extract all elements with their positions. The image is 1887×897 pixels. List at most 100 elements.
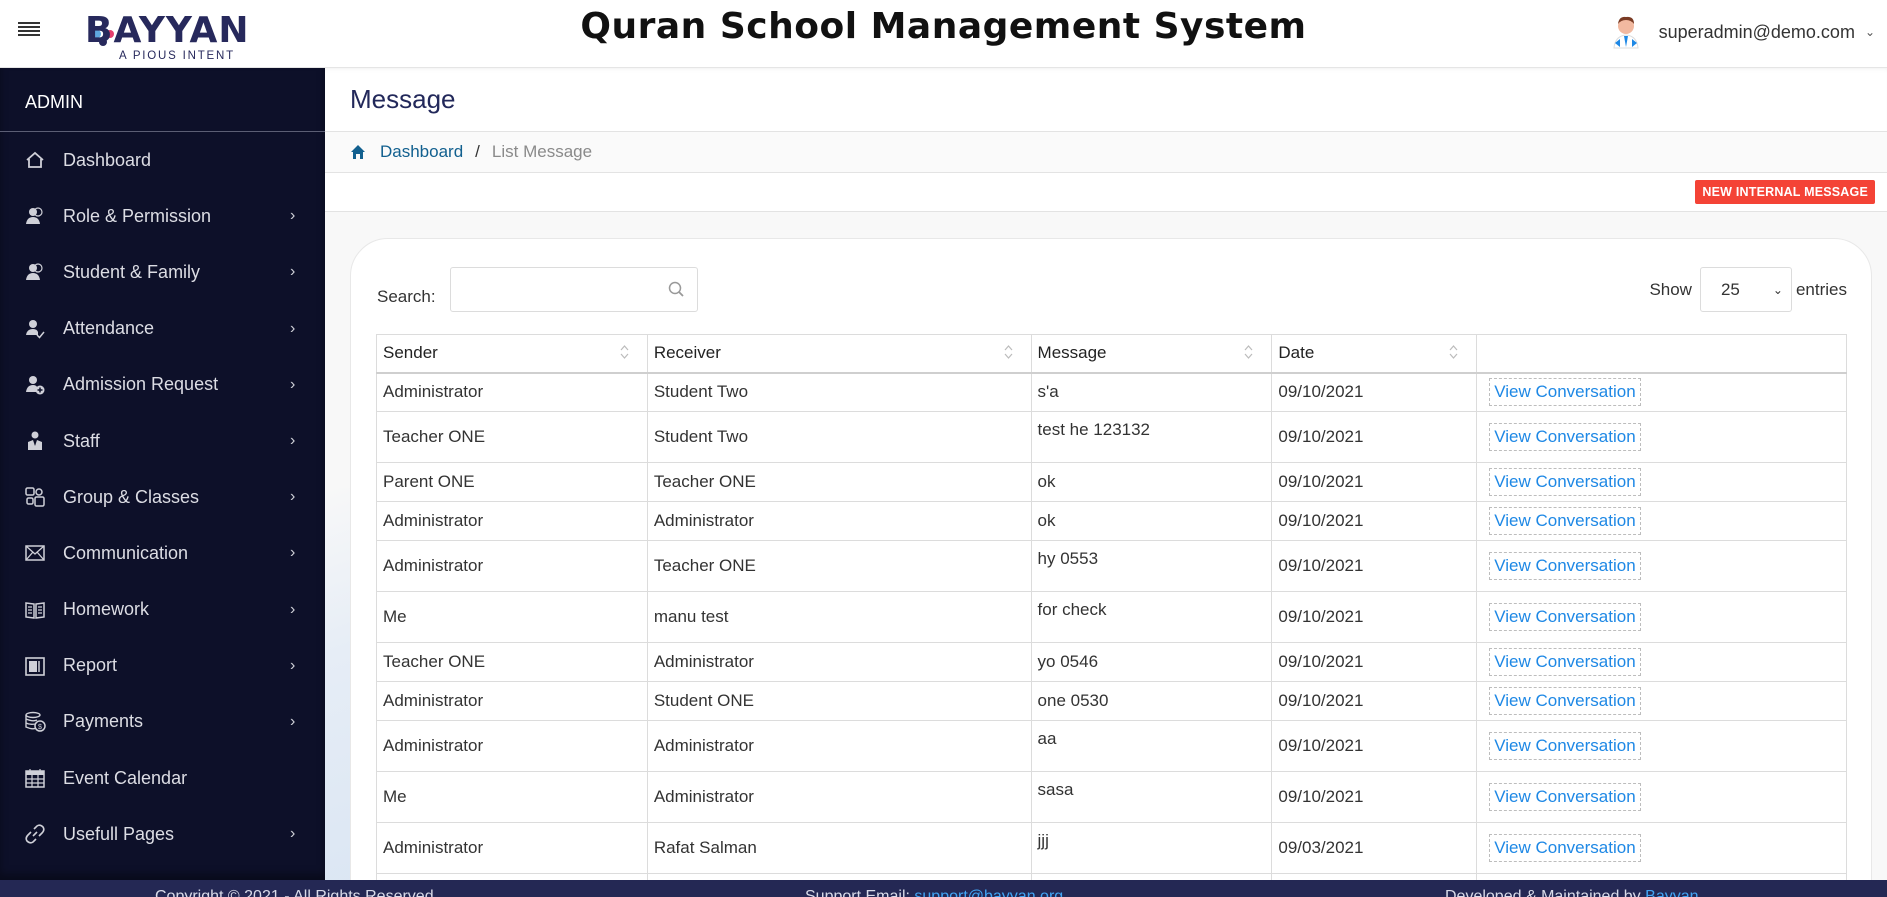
sidebar-item-role-and-permission[interactable]: Role & Permission › bbox=[0, 188, 325, 244]
entries-control: Show 25 ⌄ entries bbox=[1649, 267, 1847, 312]
sidebar-item-communication[interactable]: Communication › bbox=[0, 525, 325, 581]
search-field[interactable] bbox=[450, 267, 698, 312]
view-conversation-link[interactable]: View Conversation bbox=[1489, 783, 1641, 811]
link-icon bbox=[24, 823, 46, 845]
sidebar-item-homework[interactable]: Homework › bbox=[0, 582, 325, 638]
chevron-down-icon[interactable]: ⌄ bbox=[1865, 25, 1875, 39]
sort-icon[interactable] bbox=[1244, 343, 1253, 361]
svg-text:$: $ bbox=[38, 724, 42, 731]
receiver-cell: Administrator bbox=[646, 771, 1032, 823]
view-conversation-link[interactable]: View Conversation bbox=[1489, 648, 1641, 676]
action-bar: NEW INTERNAL MESSAGE bbox=[325, 173, 1887, 212]
action-cell: View Conversation bbox=[1476, 411, 1847, 463]
view-conversation-link[interactable]: View Conversation bbox=[1489, 552, 1641, 580]
action-cell: View Conversation bbox=[1476, 771, 1847, 823]
sidebar-item-attendance[interactable]: Attendance › bbox=[0, 301, 325, 357]
sidebar-item-label: Homework bbox=[63, 599, 150, 620]
sort-icon[interactable] bbox=[1449, 343, 1458, 361]
developer-link[interactable]: Bayyan bbox=[1645, 888, 1698, 897]
receiver-cell: Administrator bbox=[646, 642, 1032, 682]
sidebar-item-staff[interactable]: Staff › bbox=[0, 413, 325, 469]
hamburger-icon[interactable] bbox=[18, 22, 40, 38]
receiver-cell: Administrator bbox=[646, 501, 1032, 541]
action-cell: View Conversation bbox=[1476, 501, 1847, 541]
sidebar-item-student-and-family[interactable]: Student & Family › bbox=[0, 244, 325, 300]
sidebar-item-label: Dashboard bbox=[63, 149, 152, 170]
top-header: BAYYAN A PIOUS INTENT Quran School Manag… bbox=[0, 0, 1887, 68]
sidebar-item-label: Student & Family bbox=[63, 261, 201, 282]
date-cell: 09/10/2021 bbox=[1271, 591, 1478, 643]
column-header-date[interactable]: Date bbox=[1271, 334, 1478, 374]
sort-icon[interactable] bbox=[620, 343, 629, 361]
sidebar-item-usefull-pages[interactable]: Usefull Pages › bbox=[0, 806, 325, 862]
sender-cell: Administrator bbox=[376, 540, 648, 592]
table-row: Parent ONE Teacher ONE ok 09/10/2021 View Co… bbox=[376, 462, 1847, 502]
sender-cell: Administrator bbox=[376, 681, 648, 721]
column-header-receiver[interactable]: Receiver bbox=[646, 334, 1032, 374]
messages-table: Sender Receiver Message Date Administrator S… bbox=[376, 334, 1847, 880]
view-conversation-link[interactable]: View Conversation bbox=[1489, 468, 1641, 496]
table-header-row: Sender Receiver Message Date bbox=[376, 334, 1847, 374]
column-header-actions bbox=[1476, 334, 1847, 374]
search-input[interactable] bbox=[451, 268, 651, 311]
home-icon[interactable] bbox=[350, 144, 366, 160]
sidebar-item-payments[interactable]: $ Payments › bbox=[0, 694, 325, 750]
date-cell: 09/10/2021 bbox=[1271, 411, 1478, 463]
chevron-right-icon: › bbox=[290, 656, 296, 674]
action-cell: View Conversation bbox=[1476, 372, 1847, 412]
view-conversation-link[interactable]: View Conversation bbox=[1489, 732, 1641, 760]
view-conversation-link[interactable]: View Conversation bbox=[1489, 687, 1641, 715]
main-content: Message Dashboard / List Message NEW INT… bbox=[325, 68, 1887, 880]
view-conversation-link[interactable]: View Conversation bbox=[1489, 378, 1641, 407]
page-title: Message bbox=[350, 84, 456, 114]
sidebar-item-dashboard[interactable]: Dashboard bbox=[0, 132, 325, 188]
action-cell: View Conversation bbox=[1476, 591, 1847, 643]
sidebar-item-event-calendar[interactable]: Event Calendar bbox=[0, 750, 325, 806]
breadcrumb-dashboard-link[interactable]: Dashboard bbox=[380, 142, 463, 162]
view-conversation-link[interactable]: View Conversation bbox=[1489, 603, 1641, 631]
column-header-label: Sender bbox=[383, 343, 438, 363]
sidebar-item-admission-request[interactable]: Admission Request › bbox=[0, 357, 325, 413]
column-header-sender[interactable]: Sender bbox=[376, 334, 648, 374]
sort-icon[interactable] bbox=[1004, 343, 1013, 361]
sender-cell: Parent ONE bbox=[376, 462, 648, 502]
table-row: Administrator Student ONE one 0530 09/10/20… bbox=[376, 681, 1847, 721]
sender-cell: Administrator bbox=[376, 372, 648, 412]
entries-select[interactable]: 25 ⌄ bbox=[1699, 267, 1792, 312]
sidebar-item-label: Role & Permission bbox=[63, 205, 212, 226]
chevron-right-icon: › bbox=[290, 432, 296, 450]
chevron-right-icon: › bbox=[290, 712, 296, 730]
date-cell: 09/10/2021 bbox=[1271, 681, 1478, 721]
action-cell: View Conversation bbox=[1476, 681, 1847, 721]
date-cell: 09/10/2021 bbox=[1271, 372, 1478, 412]
date-cell: 09/10/2021 bbox=[1271, 720, 1478, 772]
view-conversation-link[interactable]: View Conversation bbox=[1489, 507, 1641, 535]
support-label: Support Email: bbox=[805, 888, 910, 897]
column-header-label: Date bbox=[1278, 343, 1315, 363]
view-conversation-link[interactable]: View Conversation bbox=[1489, 423, 1641, 451]
entries-value: 25 bbox=[1720, 279, 1740, 299]
logo[interactable]: BAYYAN A PIOUS INTENT bbox=[85, 4, 250, 62]
chevron-right-icon: › bbox=[290, 207, 296, 225]
sidebar-item-group-and-classes[interactable]: Group & Classes › bbox=[0, 469, 325, 525]
logo-tagline: A PIOUS INTENT bbox=[119, 50, 235, 62]
view-conversation-link[interactable]: View Conversation bbox=[1489, 834, 1641, 862]
show-label: Show bbox=[1649, 279, 1692, 299]
sender-cell: Teacher ONE bbox=[376, 411, 648, 463]
chevron-right-icon: › bbox=[290, 375, 296, 393]
receiver-cell: Teacher ONE bbox=[646, 462, 1032, 502]
sidebar-item-report[interactable]: Report › bbox=[0, 638, 325, 694]
user-menu[interactable]: superadmin@demo.com ⌄ bbox=[1611, 12, 1887, 52]
user-email: superadmin@demo.com bbox=[1658, 21, 1855, 42]
column-header-message[interactable]: Message bbox=[1030, 334, 1273, 374]
chevron-right-icon: › bbox=[290, 319, 296, 337]
new-internal-message-button[interactable]: NEW INTERNAL MESSAGE bbox=[1695, 180, 1875, 204]
column-header-label: Message bbox=[1037, 343, 1107, 363]
envelope-icon bbox=[24, 542, 46, 564]
table-row: Administrator Administrator aa 09/10/2021 Vi… bbox=[376, 720, 1847, 772]
message-cell: jjj bbox=[1030, 822, 1273, 874]
book-icon bbox=[24, 599, 46, 621]
sidebar-item-label: Staff bbox=[63, 430, 100, 451]
support-email-link[interactable]: support@bayyan.org bbox=[914, 888, 1063, 897]
message-cell: sasa bbox=[1030, 771, 1273, 823]
